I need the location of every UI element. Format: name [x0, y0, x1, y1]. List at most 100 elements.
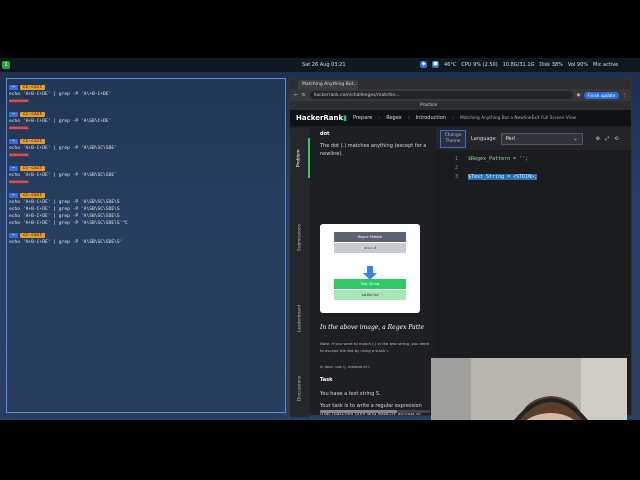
horizontal-scrollbar[interactable]	[320, 410, 430, 413]
vertical-tabs: Problem Submissions Leaderboard Discussi…	[290, 128, 310, 417]
tray-item: Mic active	[593, 61, 619, 68]
code-line-2[interactable]: 2	[436, 164, 631, 172]
breadcrumb-sep: ›	[378, 115, 381, 121]
tab-discussions[interactable]: Discussions	[290, 363, 310, 413]
terminal-line: echo 'A+B-C+DE' | grep -P 'A\SB\SC\SDE'	[9, 173, 117, 178]
app-icon[interactable]: ◆	[420, 61, 427, 68]
url-field[interactable]: hackerrank.com/challenges/matchin...	[309, 91, 573, 99]
breadcrumb-regex[interactable]: Regex	[386, 115, 401, 121]
prompt-dir: cc-cast	[19, 139, 46, 144]
problem-note: Note: If you want to match (.) in the te…	[320, 341, 430, 353]
terminal-output: ■■■■■■■	[9, 126, 29, 131]
tab-problem[interactable]: Problem	[290, 138, 310, 178]
terminal-line: echo 'A+B-C+DE' | grep -P 'A\SB\SC\SDE\S	[9, 200, 120, 205]
extension-icon[interactable]: ◉	[577, 93, 581, 98]
problem-heading: dot	[320, 131, 330, 137]
terminal-line: echo 'A+B-C+DE' | grep -P 'A\SB\SC\SDE\S	[9, 214, 120, 219]
task-text-2: Your task is to write a regular expressi…	[320, 403, 422, 415]
breadcrumb-introduction[interactable]: Introduction	[416, 115, 446, 121]
change-theme-button[interactable]: Change Theme	[440, 130, 466, 148]
prompt-dir: cc-cast	[19, 193, 46, 198]
diagram-test-label: Test String	[334, 279, 406, 289]
prompt-dir: cc-cast	[19, 233, 46, 238]
settings-icon[interactable]: ⚙	[596, 136, 600, 142]
language-value: Perl	[505, 136, 516, 142]
terminal-line: echo 'A+B-C+DE' | grep -P 'A\SB\SC\SDE\S…	[9, 221, 128, 226]
prompt-user: ~	[9, 85, 18, 90]
terminal-line: echo 'A+B-C+DE' | grep -P 'A\SB\SC\SDE\S	[9, 207, 120, 212]
task-text-1: You have a test string S.	[320, 391, 381, 397]
terminal-output: ■■■■■■■	[9, 153, 29, 158]
tab-strip: Matching Anything But...	[290, 79, 631, 89]
diagram-test-value: a#b$c%d	[334, 290, 406, 300]
clock: Sat 26 Aug 03:21	[302, 62, 346, 68]
url-text: hackerrank.com/challenges/matchin...	[313, 92, 400, 98]
terminal-line: echo 'A+B-C+DE' | grep -P 'A\SB\SC\SDE\S…	[9, 240, 123, 245]
hackerrank-header: HackerRank▮ Prepare › Regex › Introducti…	[290, 110, 631, 126]
reload-icon[interactable]: ↻	[302, 93, 306, 98]
prompt-user: ~	[9, 112, 18, 117]
tab-submissions[interactable]: Submissions	[290, 208, 310, 268]
problem-panel: dot The dot (.) matches anything (except…	[312, 128, 432, 415]
task-heading: Task	[320, 377, 333, 383]
bookmarks-bar: Practice	[290, 101, 631, 110]
terminal-prompt: ~ cc-cast	[9, 233, 46, 238]
tray-item: 46°C	[444, 61, 457, 68]
workspace-icon[interactable]: 1	[2, 61, 10, 69]
breadcrumb-sep: ›	[407, 115, 410, 121]
app-icon[interactable]: ■	[432, 61, 439, 68]
prompt-user: ~	[9, 193, 18, 198]
webcam-overlay	[431, 358, 627, 420]
prompt-dir: cc-cast	[19, 85, 46, 90]
terminal-line: echo 'A+B-C+DE' | grep -P 'A\SB\SC\SDE'	[9, 146, 117, 151]
terminal-prompt: ~ cc-cast	[9, 166, 46, 171]
tray-item: CPU 9% (2.50)	[461, 61, 498, 68]
problem-note-java: In Java, use \\. instead of \.	[320, 364, 371, 369]
tray-item: 10.8G/31.1G	[502, 61, 535, 68]
diagram-regex-label: Regex Pattern	[334, 232, 406, 242]
prompt-user: ~	[9, 166, 18, 171]
webcam-image	[431, 358, 627, 420]
tab-leaderboard[interactable]: Leaderboard	[290, 288, 310, 348]
prompt-dir: cc-cast	[19, 166, 46, 171]
breadcrumb-sep: ›	[451, 115, 454, 121]
menu-icon[interactable]: ⋮	[623, 93, 628, 98]
code-line-1[interactable]: 1 $Regex_Pattern = '';	[436, 155, 631, 163]
breadcrumb-current: Matching Anything But a NewlineExit Full…	[459, 115, 577, 121]
image-caption: In the above image, a Regex Patte	[320, 324, 425, 331]
reset-icon[interactable]: ⟲	[614, 136, 618, 142]
tray-item: Vol 90%	[567, 61, 589, 68]
terminal-window[interactable]: ~ cc-cast echo 'A+B-C+DE' | grep -P 'A\+B…	[6, 78, 286, 413]
hackerrank-logo[interactable]: HackerRank▮	[296, 114, 347, 122]
system-topbar: 1 Sat 26 Aug 03:21 ◆ ■ 46°C CPU 9% (2.50…	[0, 58, 640, 72]
fullscreen-icon[interactable]: ⤢	[605, 136, 609, 142]
terminal-output: ■■■■■■■	[9, 99, 29, 104]
address-bar-row: ← ↻ hackerrank.com/challenges/matchin...…	[290, 89, 631, 101]
terminal-prompt: ~ cc-cast	[9, 85, 46, 90]
language-label: Language	[471, 136, 496, 142]
exit-full-screen-link[interactable]: Exit Full Screen View	[532, 116, 577, 121]
back-icon[interactable]: ←	[294, 93, 298, 98]
language-select[interactable]: Perl ⌄	[500, 133, 583, 145]
finish-update-button[interactable]: Finish update	[584, 91, 619, 99]
problem-intro: The dot (.) matches anything (except for…	[320, 143, 427, 157]
arrow-down-icon	[363, 266, 377, 280]
prompt-user: ~	[9, 139, 18, 144]
prompt-user: ~	[9, 233, 18, 238]
browser-tab[interactable]: Matching Anything But...	[298, 79, 358, 89]
terminal-line: echo 'A+B-C+DE' | grep -P 'A\+B-C+DE'	[9, 92, 112, 97]
terminal-prompt: ~ cc-cast	[9, 139, 46, 144]
code-line-3[interactable]: 3 $Test_String = <STDIN>;	[436, 173, 631, 181]
terminal-line: echo 'A+B-C+DE' | grep -P 'A\SB\C+DE'	[9, 119, 112, 124]
desktop: 1 Sat 26 Aug 03:21 ◆ ■ 46°C CPU 9% (2.50…	[0, 58, 640, 420]
diagram-regex-value: a.b.c.d	[334, 243, 406, 253]
system-tray: ◆ ■ 46°C CPU 9% (2.50) 10.8G/31.1G Disk …	[420, 61, 618, 68]
chevron-down-icon: ⌄	[573, 136, 578, 142]
terminal-prompt: ~ cc-cast	[9, 193, 46, 198]
editor-toolbar: Change Theme Language Perl ⌄ ⚙ ⤢ ⟲	[436, 128, 631, 150]
tab-title: Matching Anything But...	[302, 81, 358, 87]
breadcrumb-prepare[interactable]: Prepare	[353, 115, 372, 121]
tray-item: Disk 38%	[539, 61, 563, 68]
prompt-dir: cc-cast	[19, 112, 46, 117]
bookmark-practice[interactable]: Practice	[420, 103, 437, 108]
